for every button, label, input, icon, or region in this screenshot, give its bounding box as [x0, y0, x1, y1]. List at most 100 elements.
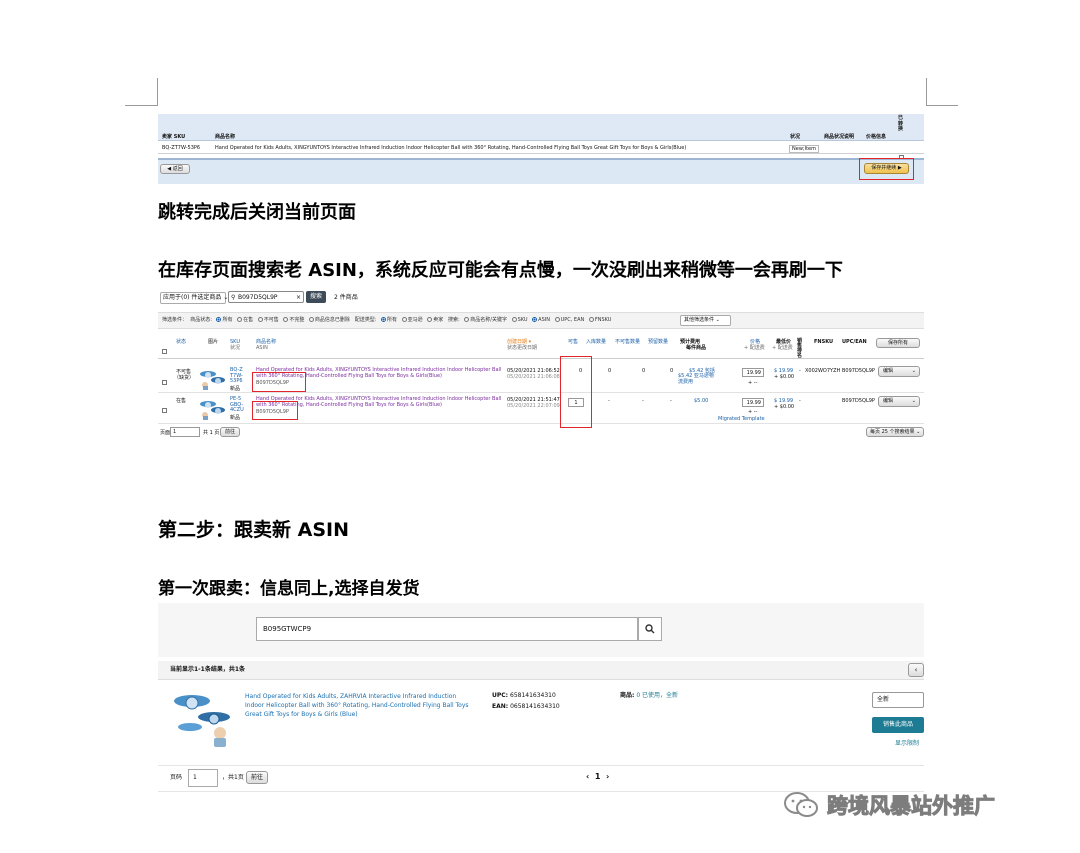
- chevron-down-icon: ⌄: [911, 368, 916, 374]
- sell-this-product-button[interactable]: 销售此商品: [872, 717, 924, 733]
- radio-incomplete-label: 不完整: [289, 317, 305, 323]
- offer-search-input[interactable]: B095GTWCP9: [256, 617, 638, 641]
- pagination-go-button[interactable]: 前往: [246, 771, 268, 784]
- screenshot-listing-form: 卖家 SKU 商品名称 状况 商品状况说明 价格信息 已转换 BQ-ZT7W-5…: [158, 112, 924, 185]
- pager-current-page[interactable]: 1: [595, 772, 601, 781]
- condition-select[interactable]: 全新: [872, 692, 924, 708]
- radio-fulfill-all-label: 所有: [387, 317, 398, 323]
- back-arrow-icon: ◀: [167, 166, 172, 172]
- per-page-select[interactable]: 每页 25 个搜索结果 ⌄: [866, 427, 924, 437]
- pagination-go-button[interactable]: 前往: [220, 427, 240, 437]
- radio-sku-label: SKU: [517, 317, 528, 323]
- select-all-checkbox[interactable]: [162, 339, 167, 358]
- radio-fulfill-all[interactable]: [381, 317, 386, 322]
- radio-status-inactive[interactable]: [257, 317, 263, 322]
- col-reserved[interactable]: 预留数量: [648, 339, 668, 345]
- row2-status: 在售: [176, 398, 187, 404]
- col-sku-sub: 状况: [230, 345, 241, 351]
- radio-search-asin[interactable]: [532, 317, 538, 322]
- row2-checkbox[interactable]: [162, 398, 167, 417]
- pager-next-icon[interactable]: ›: [606, 772, 609, 781]
- row1-price-input[interactable]: 19.99: [742, 368, 764, 377]
- offers-value-link[interactable]: 0 已使用，全新: [636, 692, 678, 699]
- row2-lowest-sub: + $0.00: [774, 404, 795, 410]
- result-count: 2 件商品: [334, 294, 358, 301]
- row1-price-sub: + --: [748, 380, 758, 386]
- inventory-search-input[interactable]: ⚲ B097D5QL9P ×: [228, 291, 304, 303]
- col-status[interactable]: 状态: [176, 339, 186, 345]
- radio-search-upc[interactable]: [554, 317, 560, 322]
- radio-fulfill-mfn[interactable]: [427, 317, 433, 322]
- radio-fnsku-label: FNSKU: [594, 317, 612, 323]
- ean-value: 0658141634310: [510, 703, 560, 710]
- row1-upc: B097D5QL9P: [842, 368, 875, 374]
- col-date-sub: 状态更改日期: [507, 345, 538, 351]
- col-unfulfillable[interactable]: 不可售数量: [615, 339, 640, 345]
- row2-sales: -: [799, 398, 801, 404]
- more-filters-label: 其他筛选条件: [684, 317, 715, 323]
- row1-checkbox[interactable]: [162, 370, 167, 389]
- col-header-converted: 已转换: [898, 115, 904, 132]
- radio-search-fnsku[interactable]: [588, 317, 594, 322]
- radio-status-active[interactable]: [237, 317, 243, 322]
- pager-prev-icon[interactable]: ‹: [586, 772, 589, 781]
- radio-fulfill-fba[interactable]: [401, 317, 407, 322]
- row2-price-input[interactable]: 19.99: [742, 398, 764, 407]
- save-continue-button[interactable]: 保存并继续 ▶: [864, 163, 909, 174]
- upc-label: UPC:: [492, 692, 509, 699]
- radio-title-label: 商品名称/关键字: [470, 317, 507, 323]
- result-summary: 当前显示1-1条结果，共1条: [170, 666, 246, 673]
- wechat-icon: [784, 792, 818, 817]
- radio-status-all[interactable]: [216, 317, 222, 322]
- radio-search-sku[interactable]: [511, 317, 517, 322]
- heading-close-page: 跳转完成后关闭当前页面: [158, 202, 356, 223]
- row2-edit-label: 编辑: [883, 398, 894, 404]
- ean-info: EAN: 0658141634310: [492, 703, 560, 710]
- row2-product-image: [200, 401, 225, 420]
- save-button-label: 保存并继续: [871, 165, 897, 171]
- row2-migrated-template[interactable]: Migrated Template: [718, 416, 765, 422]
- back-button[interactable]: ◀ 返回: [160, 164, 190, 174]
- pagination-input[interactable]: 1: [170, 427, 200, 437]
- row2-inbound: -: [608, 398, 610, 404]
- save-all-button[interactable]: 保存所有: [876, 338, 920, 348]
- radio-fba-label: 亚马逊: [407, 317, 423, 323]
- radio-status-incomplete[interactable]: [283, 317, 289, 322]
- radio-all-label: 所有: [222, 317, 233, 323]
- filter-row: 筛选条件： 商品状态: 所有 在售 不可售 不完整 商品信息已删除 配送类型: …: [162, 317, 611, 323]
- row1-sales: -: [799, 368, 801, 374]
- collapse-button[interactable]: ‹: [908, 663, 924, 677]
- more-filters-dropdown[interactable]: 其他筛选条件 ⌄: [680, 315, 731, 326]
- clear-icon[interactable]: ×: [296, 294, 301, 301]
- col-lowest-sub: + 配送费: [772, 345, 793, 351]
- row1-fnsku: X002WO7YZH: [805, 368, 841, 374]
- radio-active-label: 在售: [243, 317, 254, 323]
- pagination-input[interactable]: 1: [188, 769, 218, 787]
- radio-asin-label: ASIN: [538, 317, 550, 323]
- offer-search-button[interactable]: [638, 617, 662, 641]
- product-title-link[interactable]: Hand Operated for Kids Adults, ZAHRVIA I…: [245, 692, 477, 719]
- row1-sku[interactable]: BQ-ZT7W-53P6: [230, 367, 244, 385]
- col-available[interactable]: 可售: [568, 339, 578, 345]
- row1-edit-button[interactable]: 编辑 ⌄: [878, 366, 920, 377]
- show-limits-link[interactable]: 显示限制: [895, 740, 919, 747]
- row-status: New;Item: [789, 145, 819, 153]
- radio-status-suppressed[interactable]: [308, 317, 314, 322]
- heading-first-offer: 第一次跟卖：信息同上,选择自发货: [158, 579, 420, 599]
- pagination-total: ，共1页: [222, 774, 244, 781]
- row2-fee[interactable]: $5.00: [694, 398, 708, 404]
- inventory-search-button[interactable]: 搜索: [306, 291, 326, 303]
- col-inbound[interactable]: 入库数量: [586, 339, 606, 345]
- row2-sku[interactable]: PE-5GBQ-4CZU: [230, 396, 244, 414]
- radio-search-title[interactable]: [464, 317, 470, 322]
- row1-fee-sub[interactable]: $5.42 亚马逊物流费用: [678, 373, 718, 385]
- row2-edit-button[interactable]: 编辑 ⌄: [878, 396, 920, 407]
- condition-select-value: 全新: [877, 696, 890, 703]
- bulk-action-select[interactable]: 应用于(0) 件选定商品 ⌄: [160, 292, 228, 304]
- row1-edit-label: 编辑: [883, 368, 894, 374]
- watermark-text: 跨境风暴站外推广: [827, 794, 996, 819]
- form-footer-bar: [158, 158, 924, 184]
- col-header-price: 价格信息: [866, 134, 887, 140]
- col-sales-rank: 销售排名: [797, 338, 803, 359]
- pager: ‹ 1 ›: [586, 772, 609, 781]
